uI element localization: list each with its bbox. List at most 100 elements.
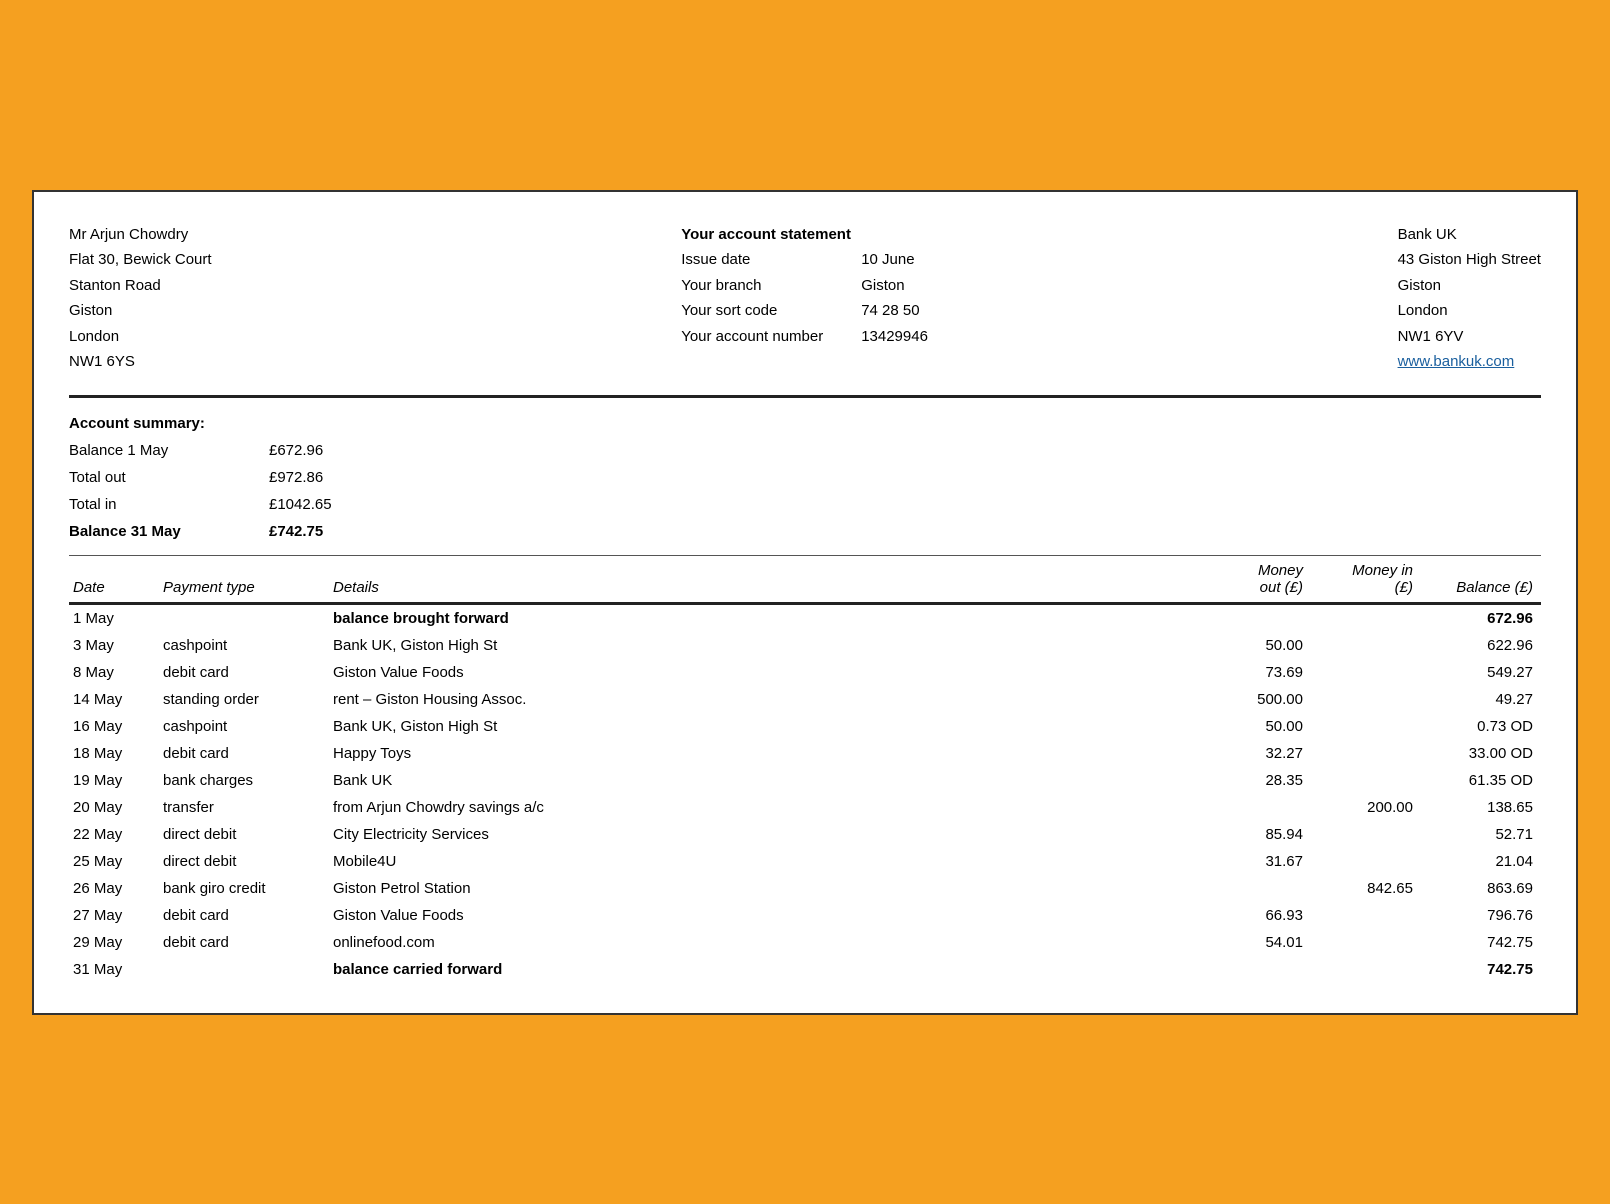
col-header-details: Details: [329, 555, 1201, 602]
balance31may-row: Balance 31 May £742.75: [69, 518, 1541, 545]
cell-balance: 33.00 OD: [1421, 740, 1541, 767]
bank-address3: London: [1398, 298, 1541, 324]
table-header-row: Date Payment type Details Money out (£) …: [69, 555, 1541, 602]
cell-payment: debit card: [159, 902, 329, 929]
cell-details: Giston Value Foods: [329, 902, 1201, 929]
cell-money-in: [1311, 956, 1421, 983]
col-header-balance: Balance (£): [1421, 555, 1541, 602]
table-row: 20 May transfer from Arjun Chowdry savin…: [69, 794, 1541, 821]
cell-payment: [159, 956, 329, 983]
issue-date-row: Issue date 10 June: [681, 247, 928, 273]
cell-balance: 549.27: [1421, 659, 1541, 686]
cell-money-out: 28.35: [1201, 767, 1311, 794]
cell-money-out: 50.00: [1201, 632, 1311, 659]
account-summary: Account summary: Balance 1 May £672.96 T…: [69, 410, 1541, 545]
balance31may-value: £742.75: [269, 518, 369, 545]
cell-payment: bank giro credit: [159, 875, 329, 902]
cell-money-out: 500.00: [1201, 686, 1311, 713]
total-out-label: Total out: [69, 464, 269, 491]
header-section: Mr Arjun Chowdry Flat 30, Bewick Court S…: [69, 222, 1541, 375]
bank-address1: 43 Giston High Street: [1398, 247, 1541, 273]
cell-details: onlinefood.com: [329, 929, 1201, 956]
transactions-table: Date Payment type Details Money out (£) …: [69, 555, 1541, 983]
sort-code-row: Your sort code 74 28 50: [681, 298, 928, 324]
cell-date: 26 May: [69, 875, 159, 902]
account-number-value: 13429946: [861, 324, 928, 350]
cell-balance: 61.35 OD: [1421, 767, 1541, 794]
cell-money-out: [1201, 956, 1311, 983]
cell-details: City Electricity Services: [329, 821, 1201, 848]
cell-money-in: [1311, 929, 1421, 956]
total-out-value: £972.86: [269, 464, 369, 491]
cell-money-in: 200.00: [1311, 794, 1421, 821]
bank-address2: Giston: [1398, 273, 1541, 299]
cell-balance: 21.04: [1421, 848, 1541, 875]
sort-code-label: Your sort code: [681, 298, 841, 324]
cell-details: Bank UK, Giston High St: [329, 632, 1201, 659]
cell-balance: 742.75: [1421, 929, 1541, 956]
address-line4: London: [69, 324, 212, 350]
summary-title: Account summary:: [69, 410, 1541, 437]
cell-date: 31 May: [69, 956, 159, 983]
cell-money-out: [1201, 603, 1311, 632]
cell-money-in: 842.65: [1311, 875, 1421, 902]
balance1may-label: Balance 1 May: [69, 437, 269, 464]
cell-date: 3 May: [69, 632, 159, 659]
cell-date: 19 May: [69, 767, 159, 794]
cell-details: Happy Toys: [329, 740, 1201, 767]
cell-date: 29 May: [69, 929, 159, 956]
cell-money-out: 73.69: [1201, 659, 1311, 686]
bank-info: Bank UK 43 Giston High Street Giston Lon…: [1398, 222, 1541, 375]
outer-border: Mr Arjun Chowdry Flat 30, Bewick Court S…: [20, 178, 1590, 1027]
issue-date-label: Issue date: [681, 247, 841, 273]
cell-date: 18 May: [69, 740, 159, 767]
cell-date: 14 May: [69, 686, 159, 713]
money-out-line2: out (£): [1205, 579, 1303, 596]
bank-website[interactable]: www.bankuk.com: [1398, 349, 1541, 375]
table-row: 22 May direct debit City Electricity Ser…: [69, 821, 1541, 848]
cell-money-in: [1311, 659, 1421, 686]
cell-balance: 742.75: [1421, 956, 1541, 983]
cell-balance: 52.71: [1421, 821, 1541, 848]
issue-date-value: 10 June: [861, 247, 914, 273]
cell-date: 8 May: [69, 659, 159, 686]
cell-details: Bank UK, Giston High St: [329, 713, 1201, 740]
cell-money-in: [1311, 767, 1421, 794]
table-row: 14 May standing order rent – Giston Hous…: [69, 686, 1541, 713]
table-row: 1 May balance brought forward 672.96: [69, 603, 1541, 632]
branch-label: Your branch: [681, 273, 841, 299]
cell-date: 25 May: [69, 848, 159, 875]
inner-box: Mr Arjun Chowdry Flat 30, Bewick Court S…: [32, 190, 1578, 1015]
bank-address4: NW1 6YV: [1398, 324, 1541, 350]
total-out-row: Total out £972.86: [69, 464, 1541, 491]
cell-money-out: 31.67: [1201, 848, 1311, 875]
cell-details: balance brought forward: [329, 603, 1201, 632]
col-header-payment: Payment type: [159, 555, 329, 602]
table-row: 8 May debit card Giston Value Foods 73.6…: [69, 659, 1541, 686]
bank-name: Bank UK: [1398, 222, 1541, 248]
cell-date: 16 May: [69, 713, 159, 740]
cell-details: Giston Petrol Station: [329, 875, 1201, 902]
total-in-row: Total in £1042.65: [69, 491, 1541, 518]
total-in-label: Total in: [69, 491, 269, 518]
balance1may-value: £672.96: [269, 437, 369, 464]
customer-address: Mr Arjun Chowdry Flat 30, Bewick Court S…: [69, 222, 212, 375]
cell-money-in: [1311, 603, 1421, 632]
cell-money-in: [1311, 632, 1421, 659]
cell-date: 1 May: [69, 603, 159, 632]
table-row: 26 May bank giro credit Giston Petrol St…: [69, 875, 1541, 902]
cell-money-in: [1311, 686, 1421, 713]
address-line1: Flat 30, Bewick Court: [69, 247, 212, 273]
address-line2: Stanton Road: [69, 273, 212, 299]
cell-money-in: [1311, 713, 1421, 740]
branch-value: Giston: [861, 273, 904, 299]
cell-payment: cashpoint: [159, 632, 329, 659]
cell-money-in: [1311, 848, 1421, 875]
table-row: 29 May debit card onlinefood.com 54.01 7…: [69, 929, 1541, 956]
cell-balance: 49.27: [1421, 686, 1541, 713]
cell-balance: 796.76: [1421, 902, 1541, 929]
cell-payment: debit card: [159, 659, 329, 686]
cell-money-out: [1201, 875, 1311, 902]
table-row: 18 May debit card Happy Toys 32.27 33.00…: [69, 740, 1541, 767]
sort-code-value: 74 28 50: [861, 298, 919, 324]
